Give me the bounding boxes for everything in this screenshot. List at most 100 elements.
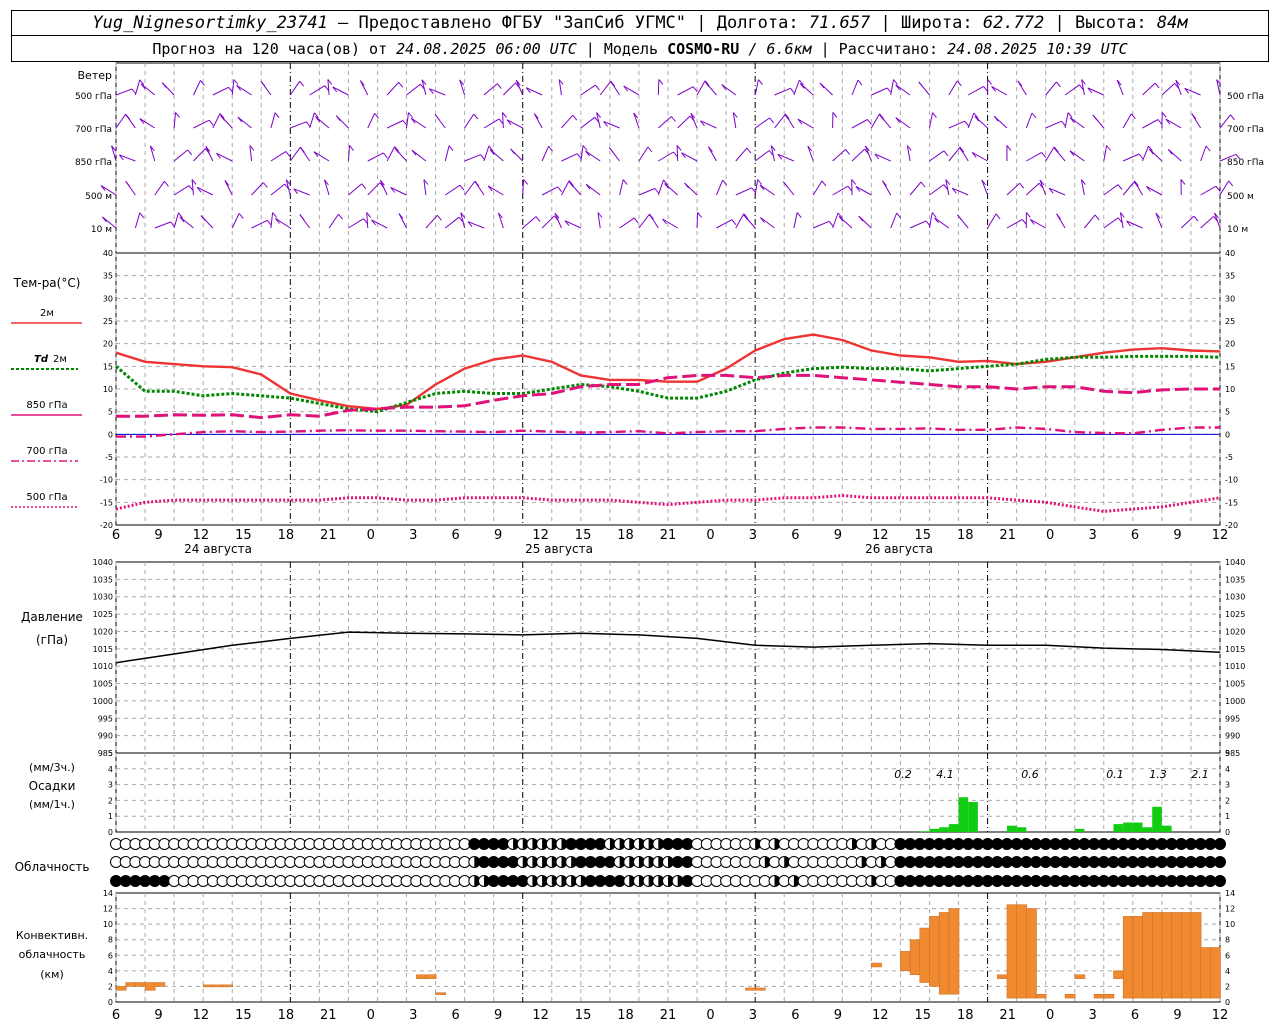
y-tick-label: 0 (108, 998, 113, 1007)
wind-level-label-right: 500 гПа (1227, 92, 1264, 102)
wind-barb-flag (697, 212, 702, 218)
wind-barb (677, 115, 691, 129)
time-tick-label: 15 (235, 1008, 252, 1023)
wind-barb (735, 187, 752, 196)
y-tick-label: 30 (103, 294, 113, 303)
wind-barb (681, 152, 698, 162)
time-tick-label: 15 (575, 1008, 592, 1023)
time-tick-label: 0 (1046, 1008, 1054, 1023)
time-tick-label: 15 (235, 528, 252, 543)
wind-barb-flag (408, 112, 413, 118)
y-tick-label: 25 (1225, 317, 1235, 326)
wind-barb-flag (473, 113, 479, 120)
wind-barb-flag (858, 215, 864, 222)
time-tick-label: 12 (193, 1008, 210, 1023)
wind-barb (1142, 145, 1149, 162)
wind-barb (1006, 182, 1021, 196)
wind-barb (991, 85, 1008, 96)
wind-barb-flag (437, 214, 442, 221)
wind-barb-flag (828, 220, 834, 227)
conv-cloud-bar (425, 974, 437, 979)
wind-barb-flag (956, 80, 962, 87)
wind-barb-flag (262, 182, 268, 188)
time-tick-label: 6 (791, 528, 799, 543)
y-tick-label: 5 (1225, 749, 1230, 758)
wind-barb-flag (459, 184, 465, 191)
wind-barb (179, 216, 194, 229)
wind-barb-flag (582, 145, 588, 151)
wind-barb (367, 113, 376, 129)
wind-barb (1103, 184, 1119, 196)
conv-cloud-bar (125, 982, 137, 987)
y-tick-label: 1005 (1225, 680, 1245, 689)
wind-barb-flag (790, 87, 795, 94)
y-tick-label: 1015 (93, 645, 113, 654)
precip-bar (1132, 822, 1143, 832)
wind-barb (580, 84, 596, 96)
date-label: 24 августа (184, 542, 252, 556)
legend-700: 700 гПа (26, 446, 67, 457)
wind-barb-flag (595, 84, 600, 91)
time-tick-label: 9 (1173, 528, 1181, 543)
wind-barb-flag (796, 212, 802, 218)
wind-barb-flag (931, 212, 937, 218)
conv-cloud-bar (415, 974, 427, 979)
wind-barb (115, 114, 127, 129)
wind-barb-flag (161, 82, 167, 88)
time-tick-label: 3 (749, 528, 757, 543)
conv-cloud-bar (938, 912, 950, 995)
time-tick-label: 21 (660, 528, 677, 543)
y-tick-label: 1005 (93, 680, 113, 689)
wind-barb (497, 212, 504, 229)
precip-total: 0.1 (1106, 768, 1124, 781)
conv-cloud-bar (1151, 912, 1163, 999)
wind-barb (638, 146, 649, 162)
wind-barb-flag (274, 112, 280, 119)
time-tick-label: 0 (367, 528, 375, 543)
conv-cloud-bar (115, 986, 127, 991)
wind-barb (236, 84, 252, 96)
wind-barb (657, 179, 664, 196)
wind-barb-flag (932, 112, 937, 118)
wind-barb (1200, 216, 1214, 229)
wind-barb (1122, 153, 1140, 162)
wind-barb (1200, 185, 1217, 196)
wind-barb-flag (260, 81, 266, 87)
wind-barb (444, 184, 461, 196)
conv-cloud-bar (1064, 993, 1076, 999)
wind-level-label: 10 м (91, 225, 112, 235)
time-tick-label: 9 (154, 528, 162, 543)
wind-barb (585, 150, 601, 162)
y-tick-label: 1040 (93, 558, 113, 567)
conv-cloud-bar (1006, 904, 1018, 999)
wind-barb-flag (658, 79, 664, 85)
y-tick-label: 8 (1225, 936, 1230, 945)
wind-barb (366, 212, 369, 229)
wind-barb-flag (1041, 152, 1047, 158)
y-tick-label: 10 (103, 920, 113, 929)
precip-bar (968, 801, 978, 832)
wind-barb (971, 151, 988, 162)
wind-barb (237, 116, 252, 129)
wind-barb-flag (920, 181, 926, 188)
wind-barb (1165, 118, 1182, 129)
wind-barb (444, 216, 460, 229)
wind-barb (411, 149, 427, 162)
y-tick-label: 4 (108, 967, 113, 976)
conv-cloud-bar (948, 908, 960, 995)
time-tick-label: 0 (706, 528, 714, 543)
wind-barb-flag (1019, 182, 1025, 189)
wind-barb (1064, 112, 1069, 129)
wind-barb-flag (208, 119, 214, 126)
wind-barb-flag (187, 149, 193, 156)
wind-barb (754, 117, 770, 129)
y-tick-label: 35 (103, 272, 113, 281)
wind-barb (807, 145, 814, 162)
wind-barb (289, 80, 301, 96)
wind-barb (379, 180, 388, 196)
precip-bar (1113, 824, 1124, 832)
wind-barb (173, 185, 190, 196)
wind-barb-flag (1215, 185, 1221, 192)
wind-level-label: 500 гПа (75, 92, 112, 102)
wind-barb (1103, 217, 1119, 229)
